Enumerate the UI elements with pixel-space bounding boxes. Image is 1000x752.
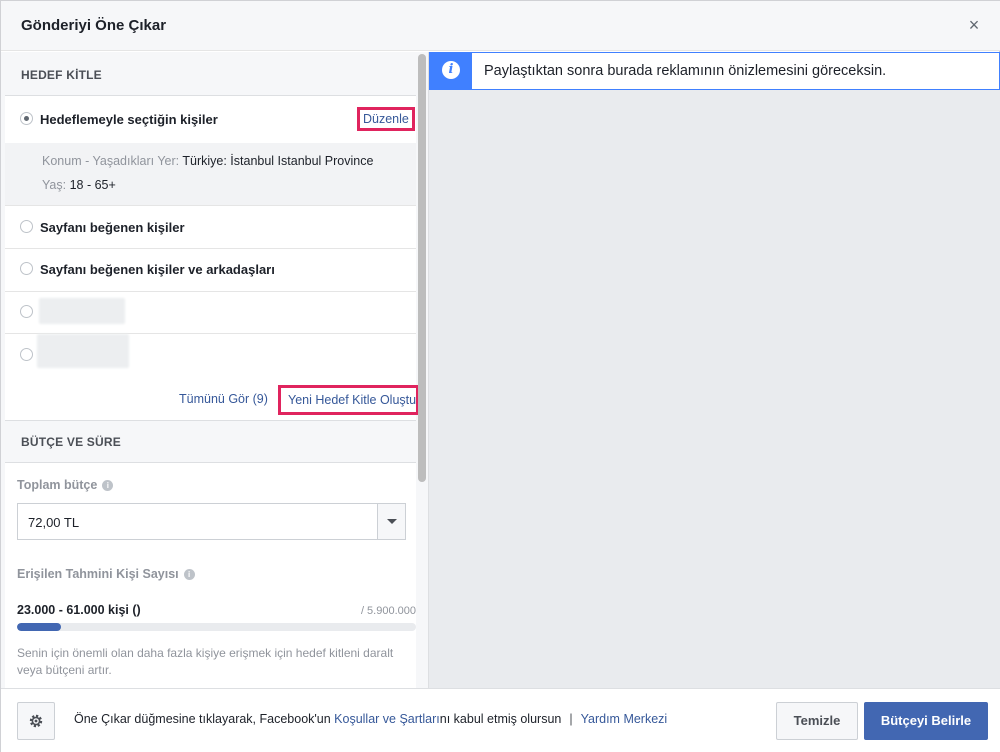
radio-unselected[interactable] <box>20 305 33 318</box>
preview-notice: i Paylaştıktan sonra burada reklamının ö… <box>429 52 1000 90</box>
reach-label: Erişilen Tahmini Kişi Sayısı i <box>17 567 195 581</box>
budget-select[interactable]: 72,00 TL <box>17 503 406 540</box>
info-icon[interactable]: i <box>102 480 114 492</box>
help-center-link[interactable]: Yardım Merkezi <box>581 712 668 726</box>
settings-panel: HEDEF KİTLE Hedeflemeyle seçtiğin kişile… <box>1 52 429 688</box>
dialog-title: Gönderiyi Öne Çıkar <box>21 17 167 34</box>
radio-unselected[interactable] <box>20 348 33 361</box>
location-line: Konum - Yaşadıkları Yer: Türkiye: İstanb… <box>42 154 374 168</box>
reach-range: 23.000 - 61.000 kişi () <box>17 603 141 617</box>
terms-link[interactable]: Koşullar ve Şartları <box>334 712 440 726</box>
audience-details: Konum - Yaşadıkları Yer: Türkiye: İstanb… <box>5 143 416 206</box>
reach-bar <box>17 623 416 631</box>
budget-value: 72,00 TL <box>28 515 80 530</box>
audience-option-targeting[interactable]: Hedeflemeyle seçtiğin kişiler Düzenle <box>5 96 416 144</box>
audience-option-label: Sayfanı beğenen kişiler <box>40 220 185 235</box>
audience-option-label: Hedeflemeyle seçtiğin kişiler <box>40 112 218 127</box>
reach-total: / 5.900.000 <box>360 605 416 617</box>
audience-option-saved-1[interactable] <box>5 292 416 334</box>
audience-option-fans-friends[interactable]: Sayfanı beğenen kişiler ve arkadaşları <box>5 249 416 292</box>
audience-option-page-fans[interactable]: Sayfanı beğenen kişiler <box>5 207 416 249</box>
reach-hint: Senin için önemli olan daha fazla kişiye… <box>17 646 394 677</box>
boost-post-dialog: Gönderiyi Öne Çıkar × HEDEF KİTLE Hedefl… <box>0 0 1000 752</box>
budget-section: Toplam bütçe i 72,00 TL Erişilen Tahmini … <box>5 462 416 688</box>
audience-option-saved-2[interactable] <box>5 334 416 376</box>
budget-section-title: BÜTÇE VE SÜRE <box>21 435 121 449</box>
radio-unselected[interactable] <box>20 220 33 233</box>
radio-selected[interactable] <box>20 112 33 125</box>
reach-bar-fill <box>17 623 61 631</box>
clear-button[interactable]: Temizle <box>776 702 858 740</box>
audience-option-label: Sayfanı beğenen kişiler ve arkadaşları <box>40 262 275 277</box>
age-line: Yaş: 18 - 65+ <box>42 178 116 192</box>
gear-icon[interactable] <box>17 702 55 740</box>
see-all-link[interactable]: Tümünü Gör (9) <box>179 392 268 406</box>
close-icon[interactable]: × <box>965 16 983 34</box>
set-budget-button[interactable]: Bütçeyi Belirle <box>864 702 988 740</box>
audience-list: Hedeflemeyle seçtiğin kişiler Düzenle Ko… <box>5 95 416 421</box>
total-budget-label: Toplam bütçe i <box>17 478 114 492</box>
redacted-label <box>37 334 129 368</box>
info-icon: i <box>430 53 472 89</box>
redacted-label <box>39 298 125 324</box>
audience-section-title: HEDEF KİTLE <box>21 68 102 82</box>
dialog-header: Gönderiyi Öne Çıkar × <box>1 1 1000 51</box>
radio-unselected[interactable] <box>20 262 33 275</box>
terms-text: Öne Çıkar düğmesine tıklayarak, Facebook… <box>74 712 668 726</box>
dialog-footer: Öne Çıkar düğmesine tıklayarak, Facebook… <box>1 688 1000 752</box>
preview-panel: i Paylaştıktan sonra burada reklamının ö… <box>429 52 1000 688</box>
create-audience-link[interactable]: Yeni Hedef Kitle Oluştur <box>278 385 419 415</box>
chevron-down-icon[interactable] <box>377 504 405 539</box>
scrollbar[interactable] <box>418 54 426 482</box>
edit-audience-link[interactable]: Düzenle <box>357 107 415 131</box>
info-icon[interactable]: i <box>183 569 195 581</box>
preview-notice-text: Paylaştıktan sonra burada reklamının öni… <box>484 63 887 79</box>
